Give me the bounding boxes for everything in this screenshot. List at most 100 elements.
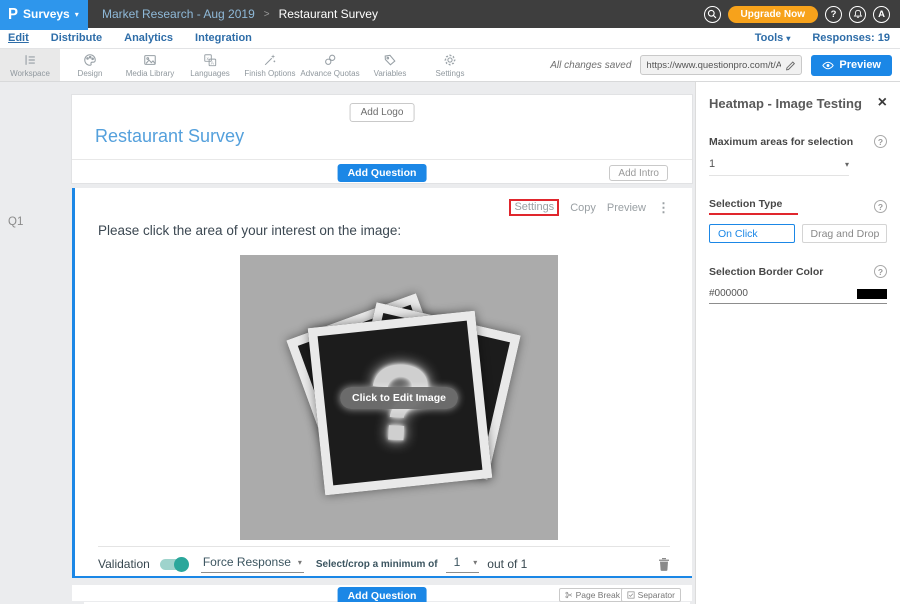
question-preview-button[interactable]: Preview xyxy=(607,202,646,214)
breadcrumb-separator-icon: > xyxy=(264,9,270,20)
section-nav: Edit Distribute Analytics Integration To… xyxy=(0,28,900,49)
add-question-strip: Add Question Page Break Separator xyxy=(72,585,692,601)
magic-wand-icon xyxy=(263,53,277,67)
delete-question-button[interactable] xyxy=(658,557,670,571)
minimum-select-label: Select/crop a minimum of xyxy=(316,559,438,570)
questionpro-logo-icon: P xyxy=(8,6,18,22)
border-color-label: Selection Border Color xyxy=(709,266,823,278)
max-areas-select[interactable]: 1 ▾ xyxy=(709,158,849,176)
workspace-icon xyxy=(23,53,37,67)
validation-type-select[interactable]: Force Response ▾ xyxy=(201,555,304,573)
trash-icon xyxy=(658,557,670,571)
kebab-menu-icon[interactable]: ⋮ xyxy=(657,200,670,216)
question-settings-panel: Heatmap - Image Testing × Maximum areas … xyxy=(695,82,900,604)
minimum-value-select[interactable]: 1 ▾ xyxy=(446,555,480,573)
question-card: Settings Copy Preview ⋮ Please click the… xyxy=(72,188,692,578)
selection-type-options: On Click Drag and Drop xyxy=(709,224,887,243)
toolbar-item-finish-options[interactable]: Finish Options xyxy=(240,49,300,81)
heatmap-image-placeholder[interactable]: ? Click to Edit Image xyxy=(240,255,558,540)
separator-button[interactable]: Separator xyxy=(621,588,681,602)
responses-count[interactable]: Responses: 19 xyxy=(812,32,890,44)
preview-button[interactable]: Preview xyxy=(811,55,892,76)
search-icon xyxy=(707,9,717,19)
toolbar-item-design[interactable]: Design xyxy=(60,49,120,81)
editor-toolbar: Workspace Design Media Library xA Langua… xyxy=(0,49,900,82)
surveys-menu[interactable]: P Surveys ▾ xyxy=(0,0,88,28)
help-button[interactable]: ? xyxy=(825,6,842,23)
nav-tab-analytics[interactable]: Analytics xyxy=(124,32,173,44)
survey-title[interactable]: Restaurant Survey xyxy=(95,126,244,147)
validation-row: Validation Force Response ▾ Select/crop … xyxy=(98,552,670,576)
click-to-edit-image-button[interactable]: Click to Edit Image xyxy=(340,387,458,409)
border-color-value: #000000 xyxy=(709,288,748,299)
account-avatar[interactable]: A xyxy=(873,6,890,23)
tag-icon xyxy=(383,53,397,67)
nav-tab-distribute[interactable]: Distribute xyxy=(51,32,102,44)
chevron-down-icon: ▾ xyxy=(298,558,302,567)
toolbar-item-languages[interactable]: xA Languages xyxy=(180,49,240,81)
scissors-icon xyxy=(565,591,573,599)
share-url-field[interactable]: https://www.questionpro.com/t/APNrFZ xyxy=(640,55,802,75)
validation-toggle[interactable] xyxy=(160,559,187,570)
question-actions: Settings Copy Preview ⋮ xyxy=(509,199,670,216)
close-icon[interactable]: × xyxy=(878,95,887,111)
divider xyxy=(72,159,692,160)
share-url-value: https://www.questionpro.com/t/APNrFZ xyxy=(646,60,781,71)
breadcrumb-parent[interactable]: Market Research - Aug 2019 xyxy=(102,7,255,21)
divider xyxy=(98,546,670,547)
languages-icon: xA xyxy=(203,53,217,67)
panel-title: Heatmap - Image Testing xyxy=(709,96,862,111)
question-number-label: Q1 xyxy=(8,216,23,228)
toolbar-item-advance-quotas[interactable]: Advance Quotas xyxy=(300,49,360,81)
tools-menu[interactable]: Tools ▾ xyxy=(755,32,791,44)
toolbar-item-workspace[interactable]: Workspace xyxy=(0,49,60,81)
image-icon xyxy=(143,53,157,67)
add-intro-button[interactable]: Add Intro xyxy=(609,165,668,181)
help-icon[interactable]: ? xyxy=(874,135,887,148)
nav-tab-edit[interactable]: Edit xyxy=(8,32,29,44)
notifications-button[interactable] xyxy=(849,6,866,23)
question-settings-button[interactable]: Settings xyxy=(509,199,559,216)
questionpro-survey-editor: P Surveys ▾ Market Research - Aug 2019 >… xyxy=(0,0,900,604)
search-button[interactable] xyxy=(704,6,721,23)
toolbar-item-media-library[interactable]: Media Library xyxy=(120,49,180,81)
breadcrumb-current: Restaurant Survey xyxy=(279,7,378,21)
separator-icon xyxy=(627,591,635,599)
question-text[interactable]: Please click the area of your interest o… xyxy=(98,223,401,238)
chevron-down-icon: ▾ xyxy=(786,34,790,43)
toolbar-item-variables[interactable]: Variables xyxy=(360,49,420,81)
add-question-button-top[interactable]: Add Question xyxy=(338,164,427,182)
topbar-actions: Upgrade Now ? A xyxy=(704,6,900,23)
max-areas-label: Maximum areas for selection xyxy=(709,136,853,148)
topbar: P Surveys ▾ Market Research - Aug 2019 >… xyxy=(0,0,900,28)
color-swatch[interactable] xyxy=(857,289,887,299)
upgrade-now-button[interactable]: Upgrade Now xyxy=(728,6,818,23)
survey-header-card: Add Logo Restaurant Survey Add Question … xyxy=(72,95,692,183)
toolbar-right: All changes saved https://www.questionpr… xyxy=(550,49,900,81)
selection-type-drag-drop[interactable]: Drag and Drop xyxy=(802,224,888,243)
pencil-icon[interactable] xyxy=(785,60,796,71)
save-status: All changes saved xyxy=(550,60,631,71)
out-of-label: out of 1 xyxy=(487,557,527,571)
palette-icon xyxy=(83,53,97,67)
help-icon[interactable]: ? xyxy=(874,265,887,278)
page-break-button[interactable]: Page Break xyxy=(559,588,626,602)
chevron-down-icon: ▾ xyxy=(473,558,477,567)
chevron-down-icon: ▾ xyxy=(75,10,79,19)
question-copy-button[interactable]: Copy xyxy=(570,202,596,214)
border-color-field[interactable]: #000000 xyxy=(709,288,887,304)
selection-type-on-click[interactable]: On Click xyxy=(709,224,795,243)
gear-icon xyxy=(443,53,457,67)
help-icon[interactable]: ? xyxy=(874,200,887,213)
selection-type-label: Selection Type xyxy=(709,198,798,215)
chevron-down-icon: ▾ xyxy=(845,160,849,169)
validation-label: Validation xyxy=(98,557,150,571)
nav-tab-integration[interactable]: Integration xyxy=(195,32,252,44)
add-logo-button[interactable]: Add Logo xyxy=(350,103,415,122)
nav-right: Tools ▾ Responses: 19 xyxy=(755,32,900,44)
toggle-knob xyxy=(174,557,189,572)
surveys-menu-label: Surveys xyxy=(23,7,70,21)
toolbar-item-settings[interactable]: Settings xyxy=(420,49,480,81)
eye-icon xyxy=(822,61,834,70)
quotas-icon xyxy=(323,53,337,67)
